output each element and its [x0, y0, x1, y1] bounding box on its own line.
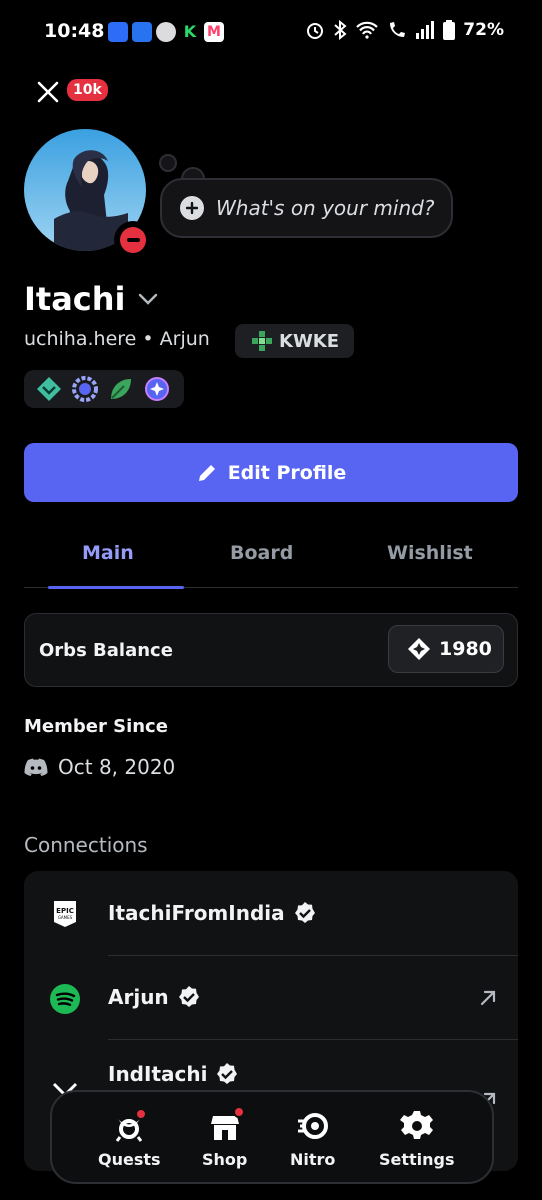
orbs-card: Orbs Balance 1980 — [24, 613, 518, 687]
notification-count-badge: 10k — [67, 79, 108, 101]
nitro-icon — [295, 1108, 331, 1144]
verified-icon — [294, 902, 315, 923]
edit-profile-label: Edit Profile — [227, 461, 347, 484]
status-placeholder: What's on your mind? — [216, 196, 435, 220]
quest-badge-icon[interactable] — [144, 376, 170, 402]
plus-icon — [180, 196, 204, 220]
nav-nitro[interactable]: Nitro — [290, 1108, 335, 1169]
shop-icon — [207, 1106, 245, 1144]
member-since-row: Oct 8, 2020 — [24, 755, 175, 779]
pencil-icon — [198, 464, 215, 481]
nav-quests[interactable]: Quests — [98, 1108, 161, 1169]
bottom-nav: Quests Shop Nitro Settings — [50, 1090, 494, 1184]
connections-label: Connections — [24, 833, 148, 857]
nitro-badge-icon[interactable] — [72, 376, 98, 402]
custom-status-bubble[interactable]: What's on your mind? — [160, 178, 453, 238]
verified-icon — [217, 1063, 238, 1084]
dnd-status-indicator — [114, 221, 152, 259]
member-since-date: Oct 8, 2020 — [58, 755, 176, 779]
status-bar: 10:48 K M 72% — [0, 0, 542, 68]
wifi-icon — [356, 21, 379, 39]
notification-icons: K M — [108, 22, 224, 42]
thought-dot-small — [159, 154, 177, 172]
settings-icon — [399, 1108, 435, 1144]
leaf-badge-icon[interactable] — [108, 376, 134, 402]
tab-board[interactable]: Board — [230, 542, 293, 564]
orbs-value: 1980 — [439, 638, 492, 660]
tab-wishlist[interactable]: Wishlist — [387, 542, 473, 564]
clover-icon — [252, 331, 272, 351]
nav-settings[interactable]: Settings — [379, 1108, 455, 1169]
connection-name: ItachiFromIndia — [108, 901, 317, 925]
orbs-label: Orbs Balance — [39, 640, 173, 661]
guild-tag[interactable]: KWKE — [235, 324, 354, 358]
hypesquad-badge-icon[interactable] — [36, 376, 62, 402]
profile-badges — [24, 370, 184, 408]
connection-row-spotify[interactable]: Arjun — [24, 956, 518, 1040]
status-time: 10:48 — [44, 20, 105, 42]
external-link-icon[interactable] — [478, 988, 498, 1008]
wifi-calling-icon — [390, 22, 406, 37]
display-name[interactable]: Itachi — [24, 280, 158, 318]
chevron-down-icon — [138, 293, 157, 305]
bluetooth-icon — [334, 20, 347, 40]
nav-shop[interactable]: Shop — [202, 1106, 247, 1169]
orbs-balance-button[interactable]: 1980 — [388, 625, 504, 673]
tab-main[interactable]: Main — [82, 542, 134, 564]
guild-tag-label: KWKE — [279, 330, 340, 352]
spotify-icon — [50, 984, 80, 1014]
edit-profile-button[interactable]: Edit Profile — [24, 443, 518, 502]
alarm-icon — [307, 23, 324, 39]
epic-games-icon: EPIC GAMES — [50, 899, 80, 929]
myntra-icon: M — [204, 22, 224, 42]
flipkart-icon — [132, 22, 152, 42]
profile-tabs: Main Board Wishlist — [24, 528, 518, 589]
connection-row-epic[interactable]: EPIC GAMES ItachiFromIndia — [24, 871, 518, 955]
battery-percent: 72% — [463, 20, 504, 40]
quests-icon — [111, 1108, 148, 1144]
close-button[interactable] — [36, 80, 60, 104]
signal-icon — [416, 21, 435, 39]
wordpress-icon — [156, 22, 176, 42]
svg-text:EPIC: EPIC — [56, 907, 74, 915]
close-icon — [37, 81, 59, 103]
phone-icon — [108, 22, 128, 42]
username-line: uchiha.here • Arjun — [24, 328, 210, 350]
active-tab-indicator — [48, 586, 184, 589]
verified-icon — [178, 986, 199, 1007]
member-since-label: Member Since — [24, 716, 168, 737]
connection-name: Arjun — [108, 985, 201, 1009]
status-right: 72% — [305, 20, 504, 40]
battery-icon — [443, 20, 456, 40]
kite-icon: K — [180, 22, 200, 42]
display-name-text: Itachi — [24, 280, 126, 318]
discord-icon — [24, 758, 48, 776]
connection-name: IndItachi — [108, 1062, 239, 1086]
svg-text:GAMES: GAMES — [58, 915, 73, 920]
orb-icon — [408, 638, 430, 660]
